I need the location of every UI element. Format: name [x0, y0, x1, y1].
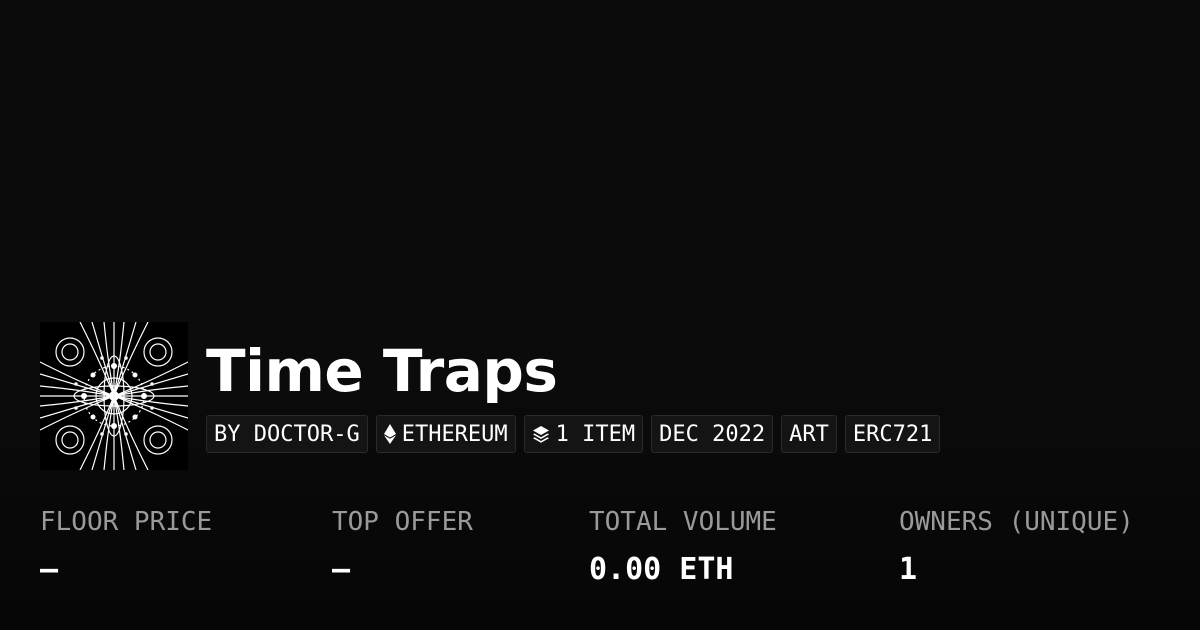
stat-owners: OWNERS (UNIQUE) 1 [899, 506, 1134, 588]
collection-card: { "collection": { "title": "Time Traps",… [0, 0, 1200, 630]
floor-price-label: FLOOR PRICE [40, 507, 213, 537]
total-volume-label: TOTAL VOLUME [589, 507, 777, 537]
top-offer-value: – [332, 552, 351, 587]
standard-label: ERC721 [852, 421, 933, 447]
collection-stats: FLOOR PRICE – TOP OFFER – TOTAL VOLUME 0… [0, 506, 1200, 606]
creator-label: BY DOCTOR-G [214, 421, 360, 447]
top-offer-label: TOP OFFER [332, 507, 473, 537]
collection-thumbnail[interactable] [40, 322, 188, 470]
total-volume-value: 0.00 ETH [589, 552, 734, 587]
chain-tag[interactable]: ETHEREUM [375, 415, 516, 453]
owners-label: OWNERS (UNIQUE) [899, 507, 1134, 537]
collection-header: Time Traps BY DOCTOR-G ETHEREUM 1 ITEM D… [40, 322, 941, 470]
date-tag: DEC 2022 [651, 415, 774, 453]
layers-icon [532, 425, 550, 443]
date-label: DEC 2022 [659, 421, 766, 447]
stat-total-volume: TOTAL VOLUME 0.00 ETH [589, 506, 777, 588]
stat-floor-price: FLOOR PRICE – [40, 506, 212, 588]
items-tag[interactable]: 1 ITEM [523, 415, 644, 453]
collection-tags: BY DOCTOR-G ETHEREUM 1 ITEM DEC 2022 ART [206, 415, 941, 453]
stat-top-offer: TOP OFFER – [332, 506, 473, 588]
collection-info: Time Traps BY DOCTOR-G ETHEREUM 1 ITEM D… [206, 322, 941, 453]
owners-value: 1 [899, 552, 918, 587]
standard-tag: ERC721 [844, 415, 941, 453]
collection-title: Time Traps [206, 337, 558, 405]
items-label: 1 ITEM [555, 421, 636, 447]
category-tag[interactable]: ART [781, 415, 837, 453]
ethereum-icon [383, 424, 396, 444]
creator-tag[interactable]: BY DOCTOR-G [206, 415, 368, 453]
category-label: ART [789, 421, 829, 447]
chain-label: ETHEREUM [401, 421, 508, 447]
floor-price-value: – [40, 552, 59, 587]
